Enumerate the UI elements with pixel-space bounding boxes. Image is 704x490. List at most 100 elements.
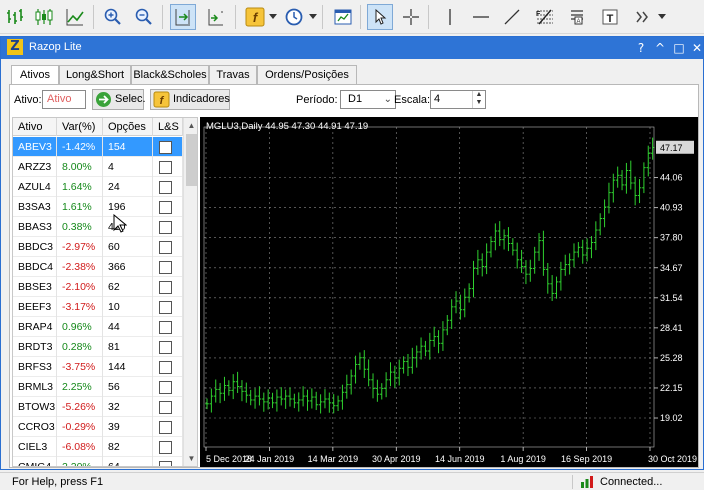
minimize-button[interactable]: ^ xyxy=(652,40,668,56)
ls-checkbox[interactable] xyxy=(159,221,172,234)
tab-ordens-posicoes[interactable]: Ordens/Posições xyxy=(257,65,357,85)
price-bar xyxy=(489,236,493,258)
ls-checkbox[interactable] xyxy=(159,381,172,394)
spinner-arrows-icon[interactable]: ▲ ▼ xyxy=(472,91,485,108)
ls-checkbox[interactable] xyxy=(159,261,172,274)
table-row[interactable]: BEEF3 -3.17% 10 xyxy=(13,297,183,317)
table-row[interactable]: BBDC3 -2.97% 60 xyxy=(13,237,183,257)
table-row[interactable]: BRFS3 -3.75% 144 xyxy=(13,357,183,377)
periodo-select[interactable]: D1 ⌄ xyxy=(340,90,396,109)
table-row[interactable]: BRAP4 0.96% 44 xyxy=(13,317,183,337)
table-row[interactable]: CCRO3 -0.29% 39 xyxy=(13,417,183,437)
current-price-label: 47.17 xyxy=(660,143,683,153)
tab-black-scholes[interactable]: Black&Scholes xyxy=(131,65,209,85)
cell-opcoes: 144 xyxy=(103,357,153,377)
ls-checkbox[interactable] xyxy=(159,341,172,354)
close-button[interactable]: ✕ xyxy=(689,40,704,56)
chart-shift-icon[interactable] xyxy=(203,4,229,30)
indicators-dropdown-icon[interactable] xyxy=(269,14,277,20)
ls-checkbox[interactable] xyxy=(159,421,172,434)
ls-checkbox[interactable] xyxy=(159,281,172,294)
period-dropdown-icon[interactable] xyxy=(309,14,317,20)
cursor-tool-icon[interactable] xyxy=(367,4,393,30)
ls-checkbox[interactable] xyxy=(159,141,172,154)
period-clock-icon[interactable] xyxy=(281,4,307,30)
maximize-button[interactable]: □ xyxy=(671,40,687,56)
ls-checkbox[interactable] xyxy=(159,441,172,454)
selec-button[interactable]: Selec. xyxy=(92,89,146,110)
autoscroll-icon[interactable] xyxy=(170,4,196,30)
candlestick-chart-icon[interactable] xyxy=(31,4,57,30)
tab-travas[interactable]: Travas xyxy=(209,65,257,85)
price-bar xyxy=(310,388,314,409)
arrows-dropdown-icon[interactable] xyxy=(658,14,666,20)
scroll-up-icon[interactable]: ▲ xyxy=(184,118,197,133)
cell-var: 1.61% xyxy=(57,197,103,217)
price-bar xyxy=(563,254,568,276)
table-row[interactable]: BRDT3 0.28% 81 xyxy=(13,337,183,357)
zoom-in-icon[interactable] xyxy=(100,4,126,30)
line-chart-icon[interactable] xyxy=(62,4,88,30)
horizontal-line-icon[interactable] xyxy=(468,4,494,30)
scroll-thumb[interactable] xyxy=(186,134,197,186)
price-bar xyxy=(628,160,633,190)
fibonacci-icon[interactable]: F xyxy=(532,4,558,30)
ls-checkbox[interactable] xyxy=(159,401,172,414)
table-row[interactable]: BBAS3 0.38% 410 xyxy=(13,217,183,237)
ls-checkbox[interactable] xyxy=(159,321,172,334)
table-row[interactable]: ABEV3 -1.42% 154 xyxy=(13,137,183,157)
bar-chart-icon[interactable] xyxy=(2,4,28,30)
ls-checkbox[interactable] xyxy=(159,241,172,254)
ls-checkbox[interactable] xyxy=(159,201,172,214)
indicadores-button[interactable]: f Indicadores xyxy=(150,89,230,110)
crosshair-icon[interactable] xyxy=(398,4,424,30)
zoom-out-icon[interactable] xyxy=(131,4,157,30)
trend-line-icon[interactable] xyxy=(499,4,525,30)
table-row[interactable]: B3SA3 1.61% 196 xyxy=(13,197,183,217)
ls-checkbox[interactable] xyxy=(159,301,172,314)
window-titlebar[interactable]: Z Razop Lite ? ^ □ ✕ xyxy=(1,37,703,59)
templates-icon[interactable] xyxy=(330,4,356,30)
table-row[interactable]: ARZZ3 8.00% 4 xyxy=(13,157,183,177)
x-tick-label: 16 Sep 2019 xyxy=(561,454,612,464)
text-tool-icon[interactable]: T xyxy=(597,4,623,30)
table-row[interactable]: BBSE3 -2.10% 62 xyxy=(13,277,183,297)
price-chart[interactable]: 44.06 40.93 37.80 34.67 31.54 28.41 25.28 22.15… xyxy=(200,117,698,467)
table-row[interactable]: AZUL4 1.64% 24 xyxy=(13,177,183,197)
vertical-line-icon[interactable] xyxy=(437,4,463,30)
table-row[interactable]: BRML3 2.25% 56 xyxy=(13,377,183,397)
price-bar xyxy=(462,288,467,318)
column-header-var[interactable]: Var(%) xyxy=(57,118,103,136)
column-header-opcoes[interactable]: Opções xyxy=(103,118,153,136)
escala-spinner[interactable]: 4 ▲ ▼ xyxy=(430,90,486,109)
table-row[interactable]: CIEL3 -6.08% 82 xyxy=(13,437,183,457)
tab-ativos[interactable]: Ativos xyxy=(11,65,59,86)
tab-long-short[interactable]: Long&Short xyxy=(59,65,131,85)
ls-checkbox[interactable] xyxy=(159,361,172,374)
ls-checkbox[interactable] xyxy=(159,161,172,174)
price-bar xyxy=(624,162,629,194)
cell-ativo: B3SA3 xyxy=(13,197,57,217)
ls-checkbox[interactable] xyxy=(159,461,172,466)
labels-icon[interactable]: A xyxy=(564,4,590,30)
cell-var: -2.38% xyxy=(57,257,103,277)
column-header-ativo[interactable]: Ativo xyxy=(13,118,57,136)
column-header-ls[interactable]: L&S xyxy=(153,118,183,136)
indicators-icon[interactable]: f xyxy=(242,4,268,30)
table-scrollbar[interactable]: ▲ ▼ xyxy=(183,118,197,466)
periodo-label: Período: xyxy=(296,94,338,106)
ativo-input[interactable]: Ativo xyxy=(42,90,86,109)
price-bar xyxy=(401,356,406,374)
price-bar xyxy=(423,340,428,357)
price-bar xyxy=(607,182,611,214)
help-button[interactable]: ? xyxy=(633,40,649,56)
table-row[interactable]: BTOW3 -5.26% 32 xyxy=(13,397,183,417)
arrows-icon[interactable] xyxy=(630,4,656,30)
table-row[interactable]: CMIG4 2.20% 64 xyxy=(13,457,183,466)
price-bar xyxy=(406,353,410,377)
scroll-down-icon[interactable]: ▼ xyxy=(184,451,197,466)
table-row[interactable]: BBDC4 -2.38% 366 xyxy=(13,257,183,277)
ls-checkbox[interactable] xyxy=(159,181,172,194)
x-tick-label: 14 Jun 2019 xyxy=(435,454,485,464)
cell-var: 2.25% xyxy=(57,377,103,397)
